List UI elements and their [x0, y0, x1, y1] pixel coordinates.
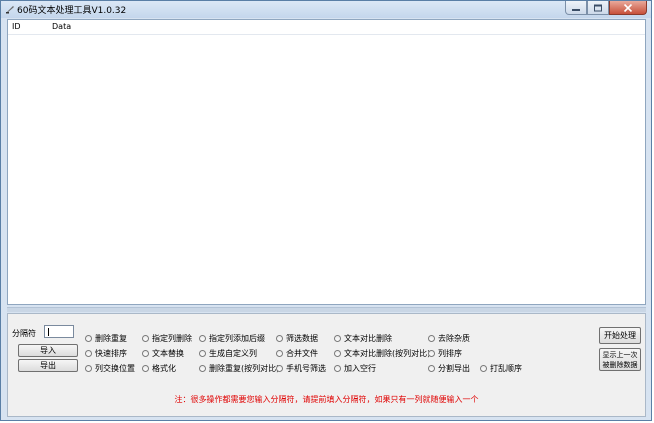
option-swap-columns[interactable]: 列交换位置 [85, 363, 135, 374]
option-label: 合并文件 [286, 349, 318, 358]
radio-icon [276, 335, 283, 342]
option-label: 生成自定义列 [209, 349, 257, 358]
import-button[interactable]: 导入 [18, 344, 78, 357]
export-button[interactable]: 导出 [18, 359, 78, 372]
option-label: 加入空行 [344, 364, 376, 373]
option-label: 删除重复(按列对比) [209, 364, 280, 373]
radio-icon [276, 350, 283, 357]
column-header-id[interactable]: ID [12, 22, 21, 31]
option-quick-sort[interactable]: 快速排序 [85, 348, 127, 359]
separator-input[interactable] [44, 325, 74, 338]
text-caret [48, 328, 49, 336]
option-split-export[interactable]: 分割导出 [428, 363, 470, 374]
option-label: 筛选数据 [286, 334, 318, 343]
data-grid[interactable]: ID Data [7, 19, 646, 305]
option-add-column-suffix[interactable]: 指定列添加后缀 [199, 333, 265, 344]
option-label: 去除杂质 [438, 334, 470, 343]
option-label: 指定列删除 [152, 334, 192, 343]
option-label: 列交换位置 [95, 364, 135, 373]
option-format[interactable]: 格式化 [142, 363, 176, 374]
radio-icon [428, 365, 435, 372]
control-panel: 分隔符 导入 导出 删除重复 指定列删除 指定列添加后缀 筛选数据 文本对比删除… [7, 313, 646, 417]
option-phone-filter[interactable]: 手机号筛选 [276, 363, 326, 374]
start-button[interactable]: 开始处理 [599, 327, 641, 344]
radio-icon [334, 365, 341, 372]
close-icon [623, 3, 633, 12]
option-custom-column[interactable]: 生成自定义列 [199, 348, 257, 359]
hint-note: 注：很多操作都需要您输入分隔符，请提前填入分隔符，如果只有一列就随便输入一个 [174, 395, 479, 404]
option-remove-duplicates-by-column[interactable]: 删除重复(按列对比) [199, 363, 279, 374]
option-remove-impurities[interactable]: 去除杂质 [428, 333, 470, 344]
option-label: 分割导出 [438, 364, 470, 373]
app-icon [5, 4, 15, 14]
option-insert-blank-lines[interactable]: 加入空行 [334, 363, 376, 374]
radio-icon [142, 365, 149, 372]
option-label: 删除重复 [95, 334, 127, 343]
splitter[interactable] [7, 307, 646, 312]
radio-icon [334, 350, 341, 357]
radio-icon [428, 335, 435, 342]
column-header-data[interactable]: Data [52, 22, 71, 31]
radio-icon [276, 365, 283, 372]
maximize-icon [594, 4, 602, 11]
option-text-compare-delete[interactable]: 文本对比删除 [334, 333, 392, 344]
option-label: 手机号筛选 [286, 364, 326, 373]
maximize-button[interactable] [587, 1, 609, 15]
radio-icon [142, 350, 149, 357]
option-label: 文本替换 [152, 349, 184, 358]
window-title: 60码文本处理工具V1.0.32 [17, 6, 127, 16]
separator-label: 分隔符 [12, 329, 36, 338]
restore-deleted-button[interactable]: 显示上一次被删除数据 [599, 348, 641, 371]
option-label: 指定列添加后缀 [209, 334, 265, 343]
option-remove-duplicates[interactable]: 删除重复 [85, 333, 127, 344]
radio-icon [199, 365, 206, 372]
radio-icon [199, 335, 206, 342]
option-label: 快速排序 [95, 349, 127, 358]
close-button[interactable] [609, 1, 647, 15]
radio-icon [480, 365, 487, 372]
radio-icon [85, 365, 92, 372]
grid-header: ID Data [8, 20, 645, 35]
title-bar: 60码文本处理工具V1.0.32 [1, 1, 651, 18]
minimize-icon [572, 8, 580, 11]
radio-icon [428, 350, 435, 357]
radio-icon [334, 335, 341, 342]
option-column-sort[interactable]: 列排序 [428, 348, 462, 359]
radio-icon [85, 350, 92, 357]
option-delete-column[interactable]: 指定列删除 [142, 333, 192, 344]
option-text-compare-delete-by-column[interactable]: 文本对比删除(按列对比) [334, 348, 430, 359]
radio-icon [142, 335, 149, 342]
option-filter-data[interactable]: 筛选数据 [276, 333, 318, 344]
option-label: 文本对比删除(按列对比) [344, 349, 431, 358]
radio-icon [199, 350, 206, 357]
option-label: 列排序 [438, 349, 462, 358]
option-label: 文本对比删除 [344, 334, 392, 343]
option-merge-files[interactable]: 合并文件 [276, 348, 318, 359]
option-label: 格式化 [152, 364, 176, 373]
option-text-replace[interactable]: 文本替换 [142, 348, 184, 359]
option-label: 打乱顺序 [490, 364, 522, 373]
option-shuffle[interactable]: 打乱顺序 [480, 363, 522, 374]
app-window: 60码文本处理工具V1.0.32 ID Data 分隔符 导入 导出 删除重复 … [0, 0, 652, 421]
minimize-button[interactable] [565, 1, 587, 15]
radio-icon [85, 335, 92, 342]
